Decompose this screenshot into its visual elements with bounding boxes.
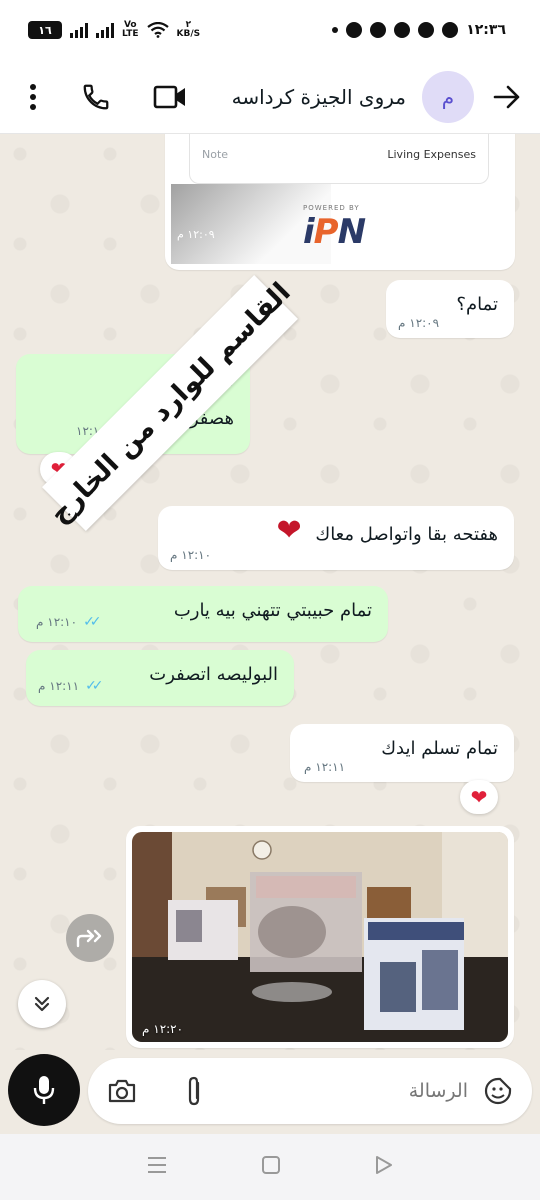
message-text: تمام تسلم ايدك xyxy=(381,738,498,759)
receipt-note-label: Note xyxy=(202,148,229,161)
chat-header: مروى الجيزة كرداسه م xyxy=(0,60,540,134)
heart-reaction-icon[interactable]: ❤ xyxy=(460,780,498,814)
message-time: ١٢:٢٠ م xyxy=(142,1022,184,1036)
phone-icon[interactable] xyxy=(78,82,114,112)
message-time: ١٢:٠٩ م xyxy=(177,228,215,241)
message-time: ١٢:٠٩ م xyxy=(398,316,440,330)
forward-icon[interactable] xyxy=(66,914,114,962)
system-nav-bar xyxy=(0,1134,540,1200)
message-bubble-outgoing[interactable]: البوليصه اتصفرت ✓✓ ١٢:١١ م xyxy=(26,650,294,706)
contact-name[interactable]: مروى الجيزة كرداسه xyxy=(190,85,406,109)
chat-area[interactable]: Note Living Expenses POWERED BY iPN ١٢:٠… xyxy=(0,134,540,1050)
mic-button[interactable] xyxy=(8,1054,80,1126)
receipt-note-value: Living Expenses xyxy=(387,148,476,161)
battery-indicator: ١٦ xyxy=(28,21,62,39)
ipn-logo: POWERED BY iPN xyxy=(303,204,366,252)
photo-message[interactable]: ١٢:٢٠ م xyxy=(126,826,514,1048)
network-speed: ٢ KB/S xyxy=(177,21,201,39)
message-text: هفتحه بقا واتواصل معاك ❤ xyxy=(174,516,498,548)
sticker-icon[interactable] xyxy=(480,1073,516,1109)
red-heart-emoji-icon: ❤ xyxy=(276,513,302,548)
video-call-icon[interactable] xyxy=(150,84,190,110)
camera-icon[interactable] xyxy=(104,1073,140,1109)
message-composer xyxy=(0,1050,540,1134)
avatar[interactable]: م xyxy=(422,70,474,123)
network-speed-unit: KB/S xyxy=(176,29,201,39)
clock: ١٢:٣٦ xyxy=(466,22,506,38)
wifi-icon xyxy=(146,22,169,38)
network-type: Vo LTE xyxy=(122,21,139,39)
message-meta: ✓✓ ١٢:١٠ م xyxy=(36,614,102,630)
signal-strength-icon xyxy=(70,22,88,38)
notification-dot-icon xyxy=(332,27,339,33)
facebook-notification-2-icon xyxy=(418,22,435,38)
facebook-notification-icon xyxy=(394,22,411,38)
snapchat-notification-icon xyxy=(370,22,387,38)
receipt-details: Note Living Expenses xyxy=(189,134,489,184)
chat-notification-icon xyxy=(346,22,363,38)
status-bar-right: ١٢:٣٦ xyxy=(332,22,506,38)
message-input[interactable] xyxy=(268,1070,468,1112)
whatsapp-notification-icon xyxy=(442,22,459,38)
back-triangle-icon[interactable] xyxy=(374,1154,394,1180)
paperclip-icon[interactable] xyxy=(176,1073,212,1109)
product-photo[interactable]: ١٢:٢٠ م xyxy=(132,832,508,1042)
read-ticks-icon: ✓✓ xyxy=(83,614,102,630)
receipt-image-message[interactable]: Note Living Expenses POWERED BY iPN ١٢:٠… xyxy=(165,134,515,270)
message-time: ١٢:١١ م xyxy=(304,760,346,774)
message-bubble-incoming[interactable]: تمام؟ ١٢:٠٩ م xyxy=(386,280,514,338)
recent-apps-icon[interactable] xyxy=(146,1155,168,1179)
home-icon[interactable] xyxy=(260,1154,282,1180)
message-text: تمام؟ xyxy=(456,294,498,315)
powered-by-label: POWERED BY xyxy=(303,204,360,212)
message-input-box xyxy=(88,1058,532,1124)
read-ticks-icon: ✓✓ xyxy=(85,678,104,694)
message-time: ١٢:١٠ م xyxy=(170,548,212,562)
network-lte-label: LTE xyxy=(122,29,139,39)
message-bubble-outgoing[interactable]: تمام حبيبتي تتهني بيه يارب ✓✓ ١٢:١٠ م xyxy=(18,586,388,642)
status-bar: ١٦ Vo LTE ٢ KB/S ١٢:٣٦ xyxy=(0,0,540,60)
message-time: ١٢:١١ م xyxy=(38,679,80,693)
message-bubble-incoming[interactable]: هفتحه بقا واتواصل معاك ❤ ١٢:١٠ م xyxy=(158,506,514,570)
signal-strength-2-icon xyxy=(96,22,114,38)
message-meta: ✓✓ ١٢:١١ م xyxy=(38,678,104,694)
message-bubble-incoming[interactable]: تمام تسلم ايدك ١٢:١١ م xyxy=(290,724,514,782)
arrow-back-icon[interactable] xyxy=(492,85,522,109)
scroll-to-bottom-icon[interactable] xyxy=(18,980,66,1028)
more-vert-icon[interactable] xyxy=(18,83,48,110)
ipn-logo-mark: iPN xyxy=(303,212,366,252)
message-text-body: هفتحه بقا واتواصل معاك xyxy=(315,524,498,545)
product-photo-art xyxy=(132,832,508,1042)
message-time: ١٢:١٠ م xyxy=(36,615,78,629)
status-bar-left: ١٦ Vo LTE ٢ KB/S xyxy=(28,21,200,39)
mic-icon xyxy=(33,1076,55,1104)
